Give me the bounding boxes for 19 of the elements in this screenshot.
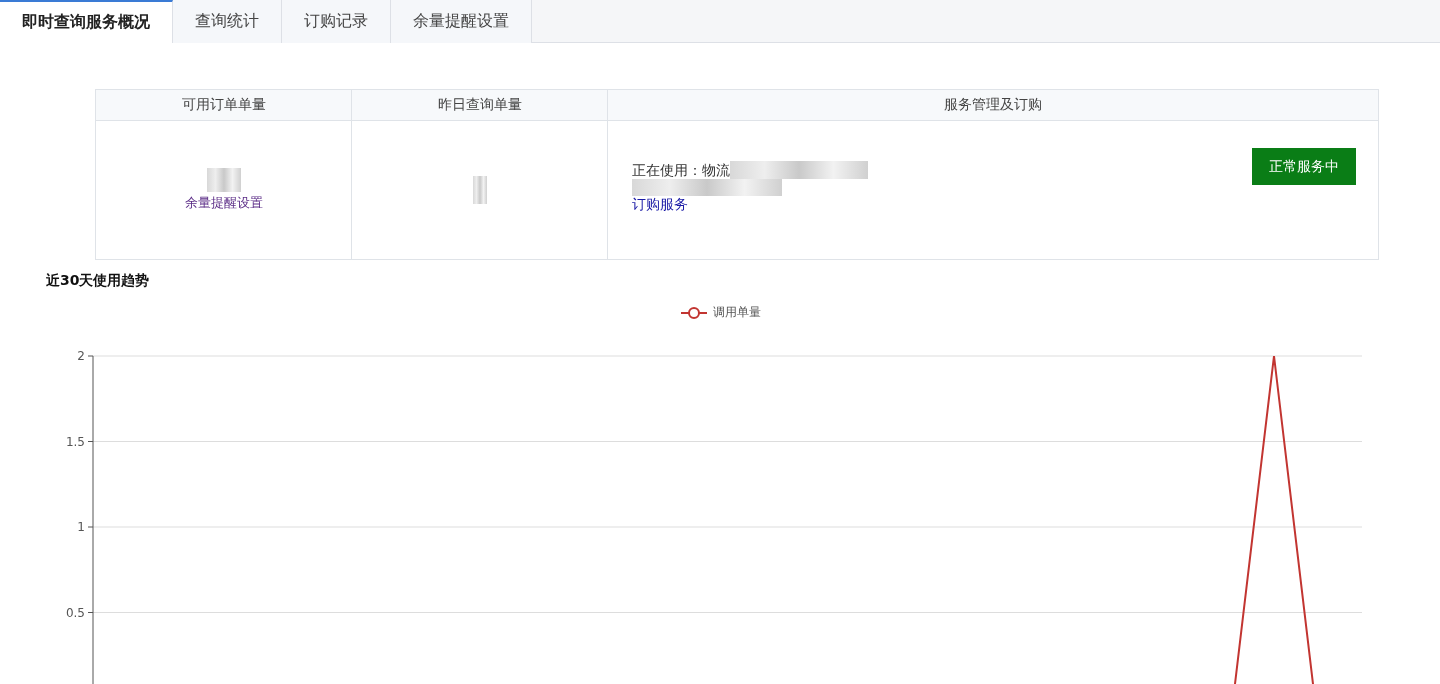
service-status-button[interactable]: 正常服务中	[1252, 148, 1356, 185]
pixelated-redaction	[206, 168, 241, 192]
reminder-settings-link[interactable]: 余量提醒设置	[184, 194, 263, 212]
order-service-link[interactable]: 订购服务	[632, 196, 688, 213]
service-in-use-text: 正在使用：物流	[632, 161, 730, 179]
pixelated-redaction	[472, 176, 487, 204]
column-header: 服务管理及订购	[608, 90, 1378, 121]
column-header: 可用订单单量	[96, 90, 352, 121]
y-tick-label: 1.5	[65, 434, 85, 449]
tab[interactable]: 余量提醒设置	[391, 0, 532, 43]
tab[interactable]: 即时查询服务概况	[0, 0, 173, 43]
y-tick-label: 2	[77, 349, 85, 363]
tab[interactable]: 查询统计	[173, 0, 282, 43]
y-tick-label: 0.5	[65, 605, 85, 620]
legend-label[interactable]: 调用单量	[712, 304, 761, 321]
chart-title: 近30天使用趋势	[46, 272, 151, 290]
y-tick-label: 1	[77, 520, 85, 534]
tab[interactable]: 订购记录	[282, 0, 391, 43]
column-header: 昨日查询单量	[352, 90, 608, 121]
